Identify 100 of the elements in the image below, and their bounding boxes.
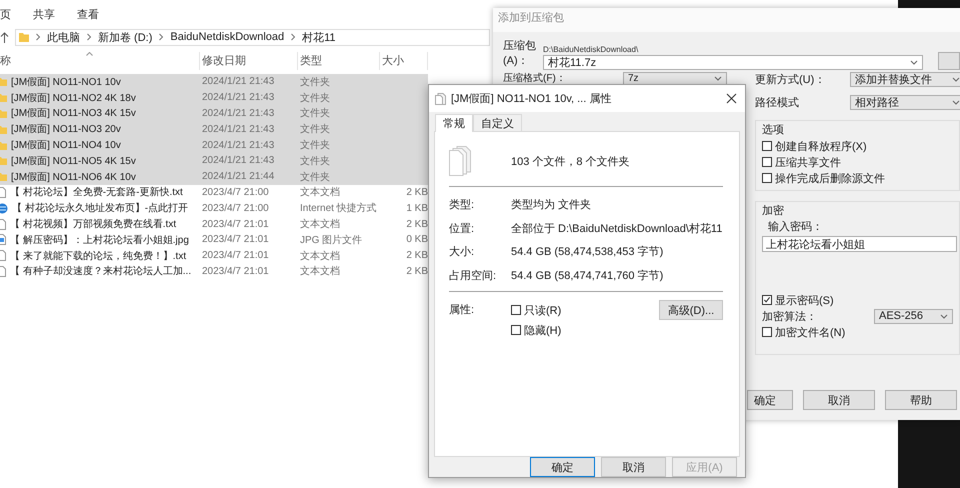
file-row[interactable]: 【 村花论坛永久地址发布页】-点此打开 2023/4/7 21:00 Internet 快捷方式 1 KB [0,200,428,216]
field-label: 压缩格式(F)： [503,72,567,85]
column-header[interactable]: 大小 [380,52,428,70]
file-type: 文件夹 [299,106,331,120]
dialog-button[interactable]: 确定 [747,390,793,410]
modified-date: 2024/1/21 21:43 [201,76,276,88]
archive-name-dropdown[interactable]: 村花11.7z [543,55,923,70]
file-row[interactable]: [JM假面] NO11-NO5 4K 15v 2024/1/21 21:43 文件夹 [0,152,428,169]
field-label: 大小: [449,245,476,260]
folder-path: D:\BaiduNetdiskDownload\ [543,45,640,55]
tab[interactable]: 常规 [435,114,473,132]
file-row[interactable]: 【 解压密码】：上村花论坛看小姐姐.jpg 2023/4/7 21:01 JPG 图片文件 0 KB [0,232,428,248]
modified-date: 2023/4/7 21:00 [201,202,270,214]
checkbox[interactable] [762,141,772,151]
file-type: 文本文档 [299,186,341,200]
file-name: 【 来了就能下载的论坛，纯免费！】.txt [10,250,186,263]
caret-icon [910,60,918,65]
file-type: 文件夹 [299,138,331,152]
breadcrumb-item[interactable]: 村花11 [302,30,336,44]
file-size: 2 KB [405,218,428,230]
file-row[interactable]: 【 村花论坛】全免费-无套路-更新快.txt 2023/4/7 21:00 文本文档 2 KB [0,184,428,200]
close-icon[interactable] [726,93,737,104]
file-name: [JM假面] NO11-NO3 4K 15v [11,107,136,120]
file-size: 2 KB [405,186,428,198]
field-label: 类型: [449,198,476,212]
modified-date: 2024/1/21 21:44 [201,171,276,182]
file-size: 2 KB [405,266,428,277]
checkbox[interactable] [511,325,521,335]
format-dropdown[interactable]: 7z [623,72,727,84]
caret-icon [714,76,722,80]
file-row[interactable]: 【 有种子却没速度？来村花论坛人工加... 2023/4/7 21:01 文本文档 2 KB [0,264,428,280]
dialog-button[interactable]: 帮助 [885,390,957,410]
file-row[interactable]: 【 村花视频】万部视频免费在线看.txt 2023/4/7 21:01 文本文档 2 KB [0,216,428,232]
file-row[interactable]: [JM假面] NO11-NO2 4K 18v 2024/1/21 21:43 文件夹 [0,90,428,106]
menu-item[interactable]: 共享 [33,7,55,21]
chevron-icon [86,33,92,41]
field-value: 54.4 GB (58,474,538,453 字节) [511,244,664,260]
file-name: 【 村花视频】万部视频免费在线看.txt [10,218,176,232]
file-row[interactable]: 【 来了就能下载的论坛，纯免费！】.txt 2023/4/7 21:01 文本文档 2 KB [0,248,428,264]
column-header[interactable]: 修改日期 [200,52,298,70]
password-field[interactable]: 上村花论坛看小姐姐 [762,236,957,252]
file-name: 【 村花论坛永久地址发布页】-点此打开 [12,202,188,216]
menu-item[interactable]: 查看 [77,7,99,21]
group-title: 选项 [762,123,785,138]
breadcrumb-item[interactable]: 新加卷 (D:) [98,30,152,44]
file-size: 2 KB [405,250,428,262]
field-label: 位置: [449,222,476,236]
file-row[interactable]: [JM假面] NO11-NO3 4K 15v 2024/1/21 21:43 文件夹 [0,106,428,122]
algorithm-dropdown[interactable]: AES-256 [874,308,953,324]
column-header[interactable]: 称 [0,52,200,70]
dialog-button[interactable]: 取消 [601,457,666,477]
file-name: [JM假面] NO11-NO1 10v [11,76,121,89]
file-type: 文件夹 [299,154,331,168]
globe-icon [0,202,8,214]
file-name: 【 有种子却没速度？来村花论坛人工加... [10,264,192,278]
address-bar[interactable]: 此电脑 新加卷 (D:) BaiduNetdiskDownload 村花11 [15,28,490,46]
file-row[interactable]: [JM假面] NO11-NO3 20v 2024/1/21 21:43 文件夹 [0,121,428,138]
breadcrumb-item[interactable]: 此电脑 [47,30,80,44]
advanced-button[interactable]: 高级(D)... [659,300,723,320]
file-type: 文件夹 [299,76,331,89]
checkbox-label: 创建自释放程序(X) [775,140,867,154]
tab[interactable]: 自定义 [473,114,522,131]
menu-item[interactable]: 页 [0,7,11,21]
field-label: 路径模式 [755,96,800,110]
checkbox[interactable] [762,173,772,183]
field-label: 占用空间: [449,268,498,283]
field-label: 属性: [449,303,476,317]
item-count: 103 个文件，8 个文件夹 [511,154,630,168]
dialog-button[interactable]: 确定 [530,457,595,477]
file-name: [JM假面] NO11-NO2 4K 18v [11,92,136,105]
caret-icon [940,314,948,318]
files-icon [435,92,446,104]
file-row[interactable]: [JM假面] NO11-NO1 10v 2024/1/21 21:43 文件夹 [0,74,428,90]
caret-icon [952,100,960,104]
checkbox[interactable] [511,305,521,315]
file-row[interactable]: [JM假面] NO11-NO4 10v 2024/1/21 21:43 文件夹 [0,137,428,153]
file-row[interactable]: [JM假面] NO11-NO6 4K 10v 2024/1/21 21:44 文件夹 [0,168,428,185]
checkbox[interactable] [762,327,772,337]
file-size: 0 KB [405,234,428,246]
checkbox-label: 压缩共享文件 [775,156,841,170]
breadcrumb-item[interactable]: BaiduNetdiskDownload [170,31,284,43]
field-label: 加密算法： [762,310,817,324]
checkbox[interactable] [762,295,772,305]
file-name: [JM假面] NO11-NO6 4K 10v [11,170,136,184]
checkbox-label: 显示密码(S) [775,294,834,308]
sort-caret-icon [86,52,93,56]
column-header[interactable]: 类型 [298,52,380,70]
modified-date: 2024/1/21 21:43 [201,124,276,135]
file-type: 文件夹 [299,170,331,184]
path-mode-dropdown[interactable]: 相对路径 [850,94,960,110]
modified-date: 2023/4/7 21:01 [201,250,270,262]
field-label: 输入密码： [768,220,824,234]
checkbox[interactable] [762,157,772,167]
field-value: 54.4 GB (58,474,741,760 字节) [511,268,664,283]
up-arrow-icon[interactable] [0,32,9,42]
update-mode-dropdown[interactable]: 添加并替换文件 [850,72,960,86]
dialog-button[interactable]: 取消 [803,390,875,410]
checkbox-label: 操作完成后删除源文件 [775,172,885,186]
file-name: 【 村花论坛】全免费-无套路-更新快.txt [10,186,183,200]
chevron-icon [35,33,41,41]
